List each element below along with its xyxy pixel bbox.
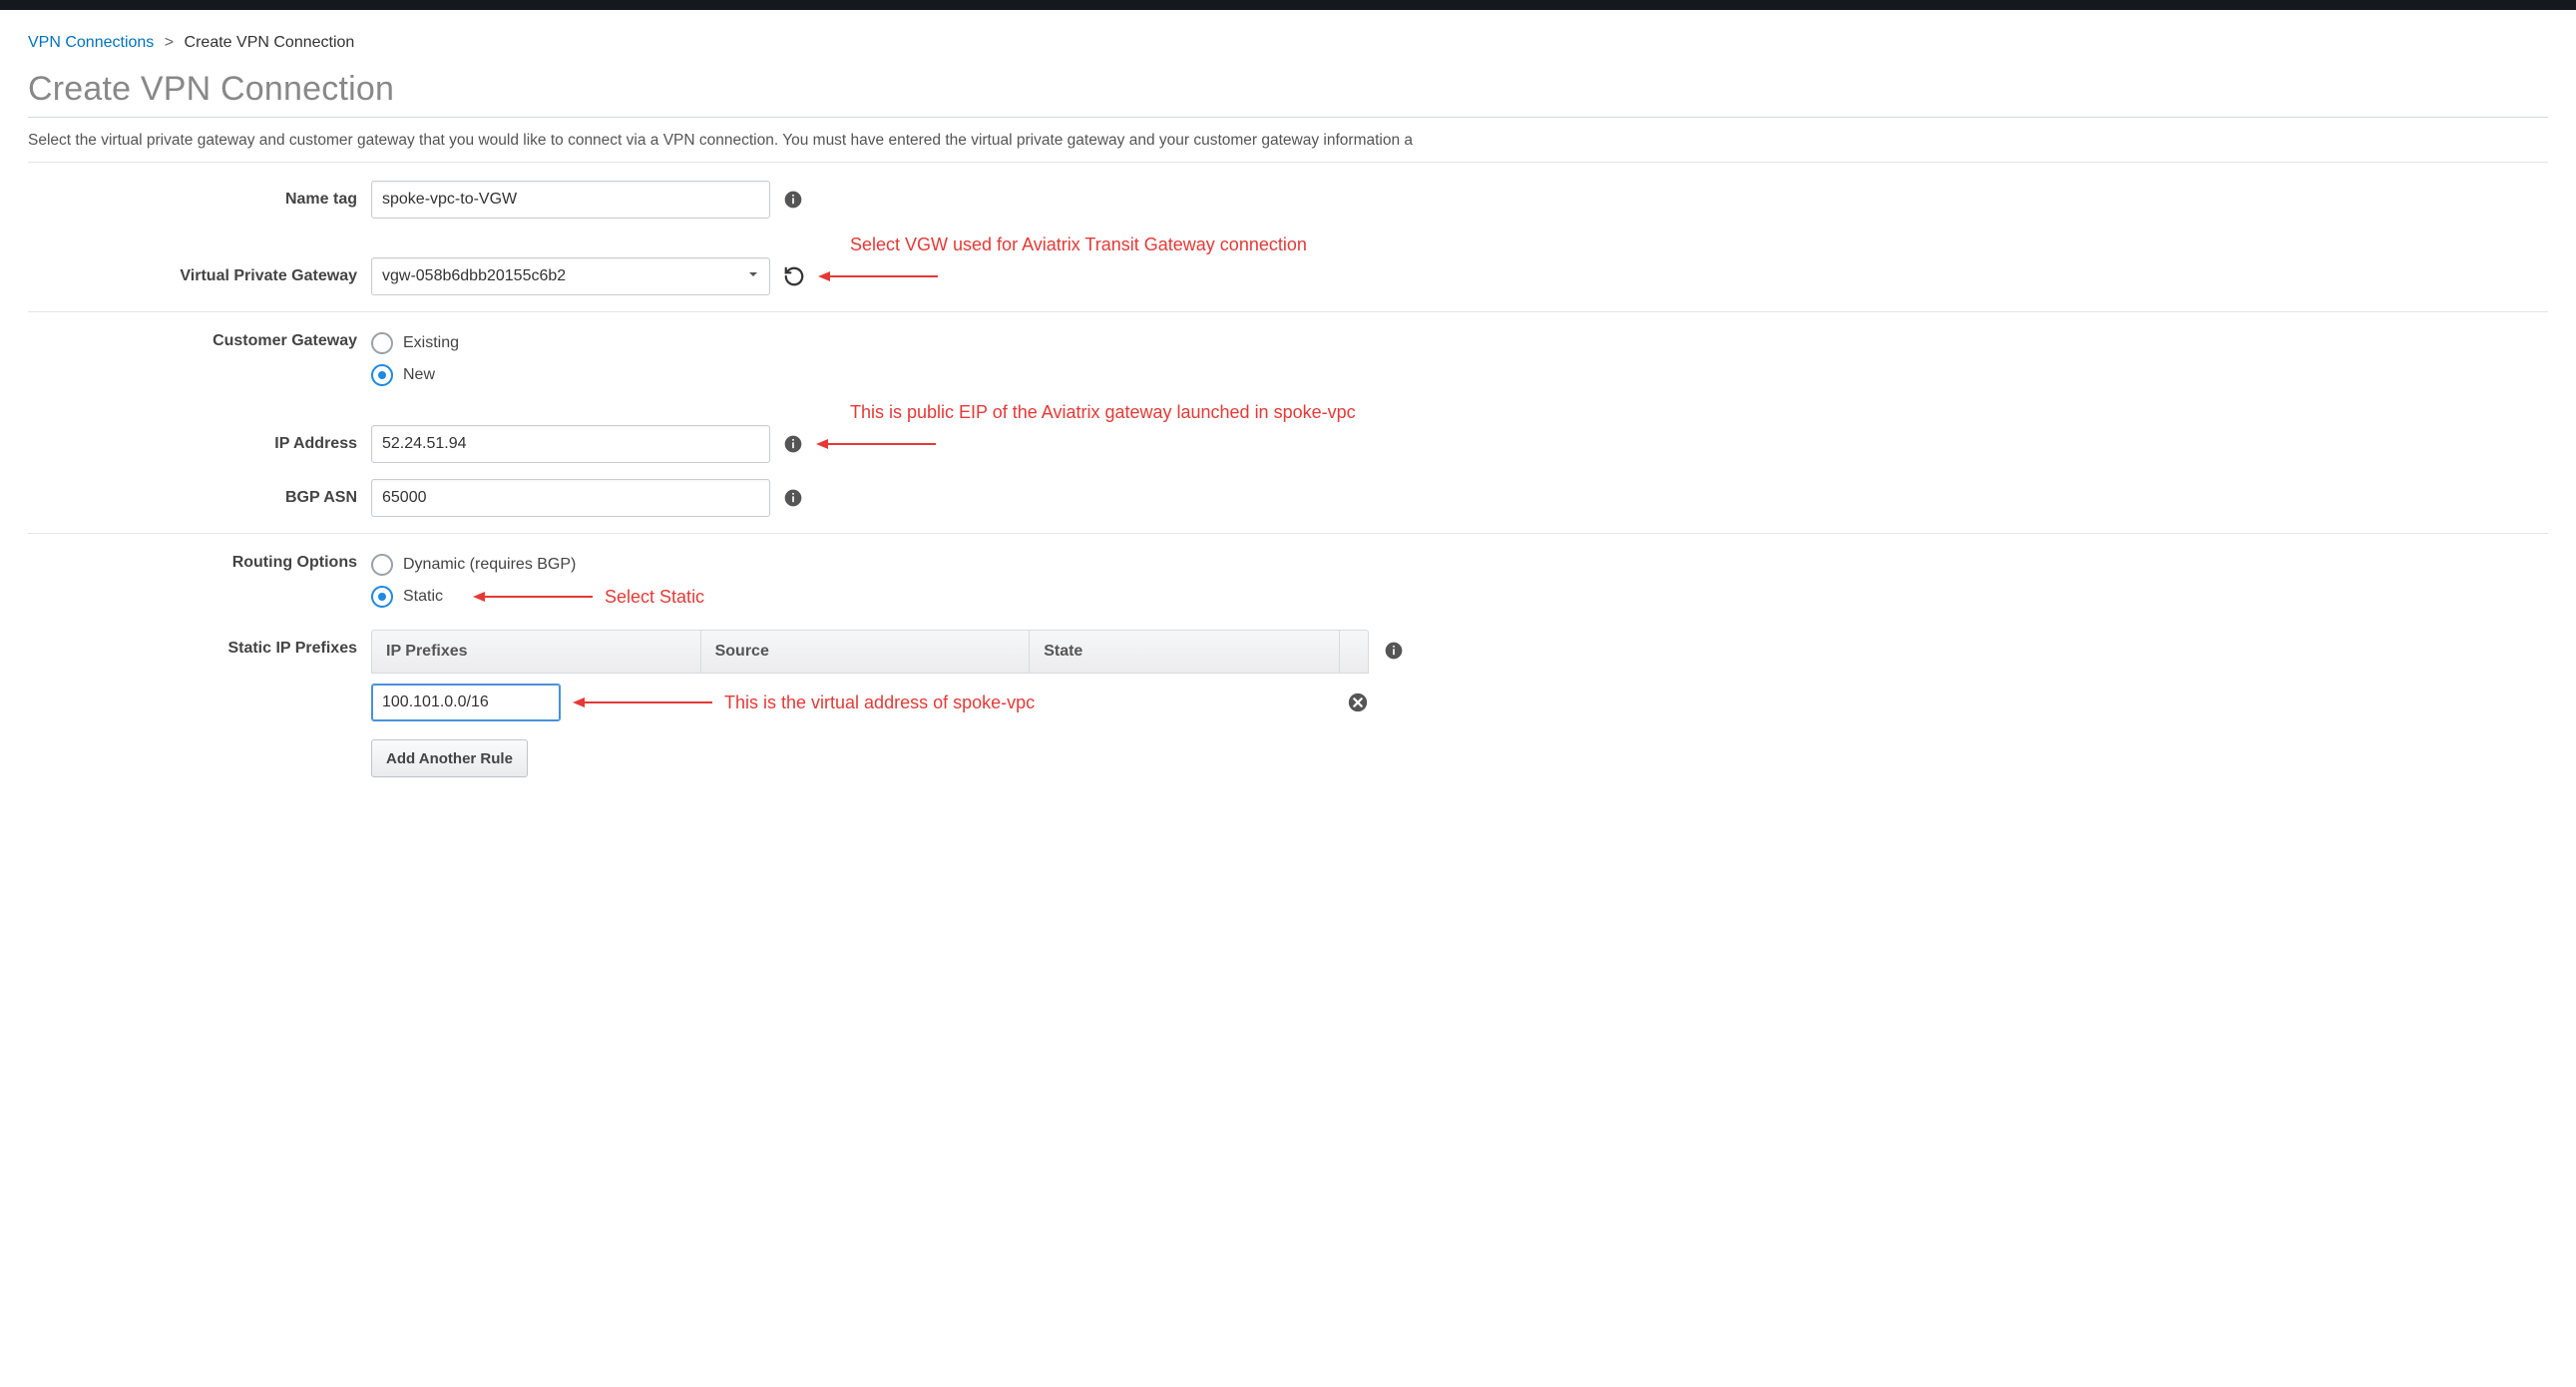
section-divider-2 <box>28 311 2548 312</box>
prefix-header-source: Source <box>701 631 1031 673</box>
radio-cgw-new-label: New <box>403 366 435 384</box>
row-ip: IP Address <box>28 423 2548 471</box>
label-name-tag: Name tag <box>28 191 371 209</box>
radio-dot-icon <box>371 364 393 386</box>
section-divider-3 <box>28 533 2548 534</box>
refresh-icon[interactable] <box>782 264 806 288</box>
label-routing: Routing Options <box>28 552 371 572</box>
annotation-vgw: Select VGW used for Aviatrix Transit Gat… <box>850 234 1307 255</box>
radio-dot-icon <box>371 332 393 354</box>
radio-cgw-existing[interactable]: Existing <box>371 332 459 354</box>
input-ip-prefix[interactable] <box>371 684 561 721</box>
radio-group-cgw: Existing New <box>371 330 459 386</box>
add-rule-button[interactable]: Add Another Rule <box>371 739 528 777</box>
label-vpg: Virtual Private Gateway <box>28 267 371 285</box>
row-name-tag: Name tag <box>28 173 2548 227</box>
breadcrumb-current: Create VPN Connection <box>185 34 355 51</box>
row-cgw: Customer Gateway Existing New <box>28 322 2548 394</box>
annotation-prefix: This is the virtual address of spoke-vpc <box>724 693 1035 713</box>
prefix-header-ip: IP Prefixes <box>372 631 701 673</box>
info-icon[interactable] <box>782 189 804 211</box>
row-vpg-annotation: Select VGW used for Aviatrix Transit Gat… <box>28 227 2548 255</box>
title-divider <box>28 117 2548 118</box>
radio-routing-static[interactable]: Static <box>371 586 443 608</box>
prefix-header-state: State <box>1030 631 1340 673</box>
info-icon[interactable] <box>782 433 804 455</box>
remove-row-icon[interactable] <box>1347 692 1369 713</box>
radio-dot-icon <box>371 554 393 576</box>
page-title: Create VPN Connection <box>28 70 2548 109</box>
label-prefixes: Static IP Prefixes <box>28 630 371 658</box>
breadcrumb-root-link[interactable]: VPN Connections <box>28 34 154 51</box>
radio-group-routing: Dynamic (requires BGP) Static Select Sta… <box>371 552 704 608</box>
label-asn: BGP ASN <box>28 489 371 507</box>
annotation-static: Select Static <box>605 587 704 608</box>
row-routing: Routing Options Dynamic (requires BGP) S… <box>28 544 2548 616</box>
row-ip-annotation: This is public EIP of the Aviatrix gatew… <box>28 394 2548 423</box>
input-name-tag[interactable] <box>371 181 770 219</box>
breadcrumb: VPN Connections > Create VPN Connection <box>28 34 2548 52</box>
info-icon[interactable] <box>782 487 804 509</box>
row-asn: BGP ASN <box>28 471 2548 525</box>
window-topbar <box>0 0 2576 10</box>
prefix-table-header: IP Prefixes Source State <box>371 630 1369 674</box>
radio-routing-dynamic-label: Dynamic (requires BGP) <box>403 556 576 574</box>
radio-routing-dynamic[interactable]: Dynamic (requires BGP) <box>371 554 704 576</box>
breadcrumb-separator: > <box>159 34 180 51</box>
form: Name tag Select VGW used for Aviatrix Tr… <box>28 173 2548 785</box>
radio-routing-static-label: Static <box>403 588 443 606</box>
radio-cgw-existing-label: Existing <box>403 334 459 352</box>
select-vpg[interactable]: vgw-058b6dbb20155c6b2 <box>371 257 770 295</box>
annotation-ip: This is public EIP of the Aviatrix gatew… <box>850 402 1356 423</box>
row-prefixes: Static IP Prefixes IP Prefixes Source St… <box>28 622 2548 785</box>
chevron-down-icon <box>747 267 759 285</box>
label-ip: IP Address <box>28 435 371 453</box>
section-divider-1 <box>28 162 2548 163</box>
radio-cgw-new[interactable]: New <box>371 364 459 386</box>
page-description: Select the virtual private gateway and c… <box>28 132 2548 150</box>
info-icon[interactable] <box>1383 640 1405 662</box>
prefix-table-row: This is the virtual address of spoke-vpc <box>371 674 1369 731</box>
label-cgw: Customer Gateway <box>28 330 371 350</box>
input-ip-address[interactable] <box>371 425 770 463</box>
radio-dot-icon <box>371 586 393 608</box>
select-vpg-value: vgw-058b6dbb20155c6b2 <box>382 267 566 285</box>
input-bgp-asn[interactable] <box>371 479 770 517</box>
prefix-table: IP Prefixes Source State This is the vir… <box>371 630 1369 777</box>
page-content: VPN Connections > Create VPN Connection … <box>0 10 2576 825</box>
row-vpg: Virtual Private Gateway vgw-058b6dbb2015… <box>28 255 2548 303</box>
